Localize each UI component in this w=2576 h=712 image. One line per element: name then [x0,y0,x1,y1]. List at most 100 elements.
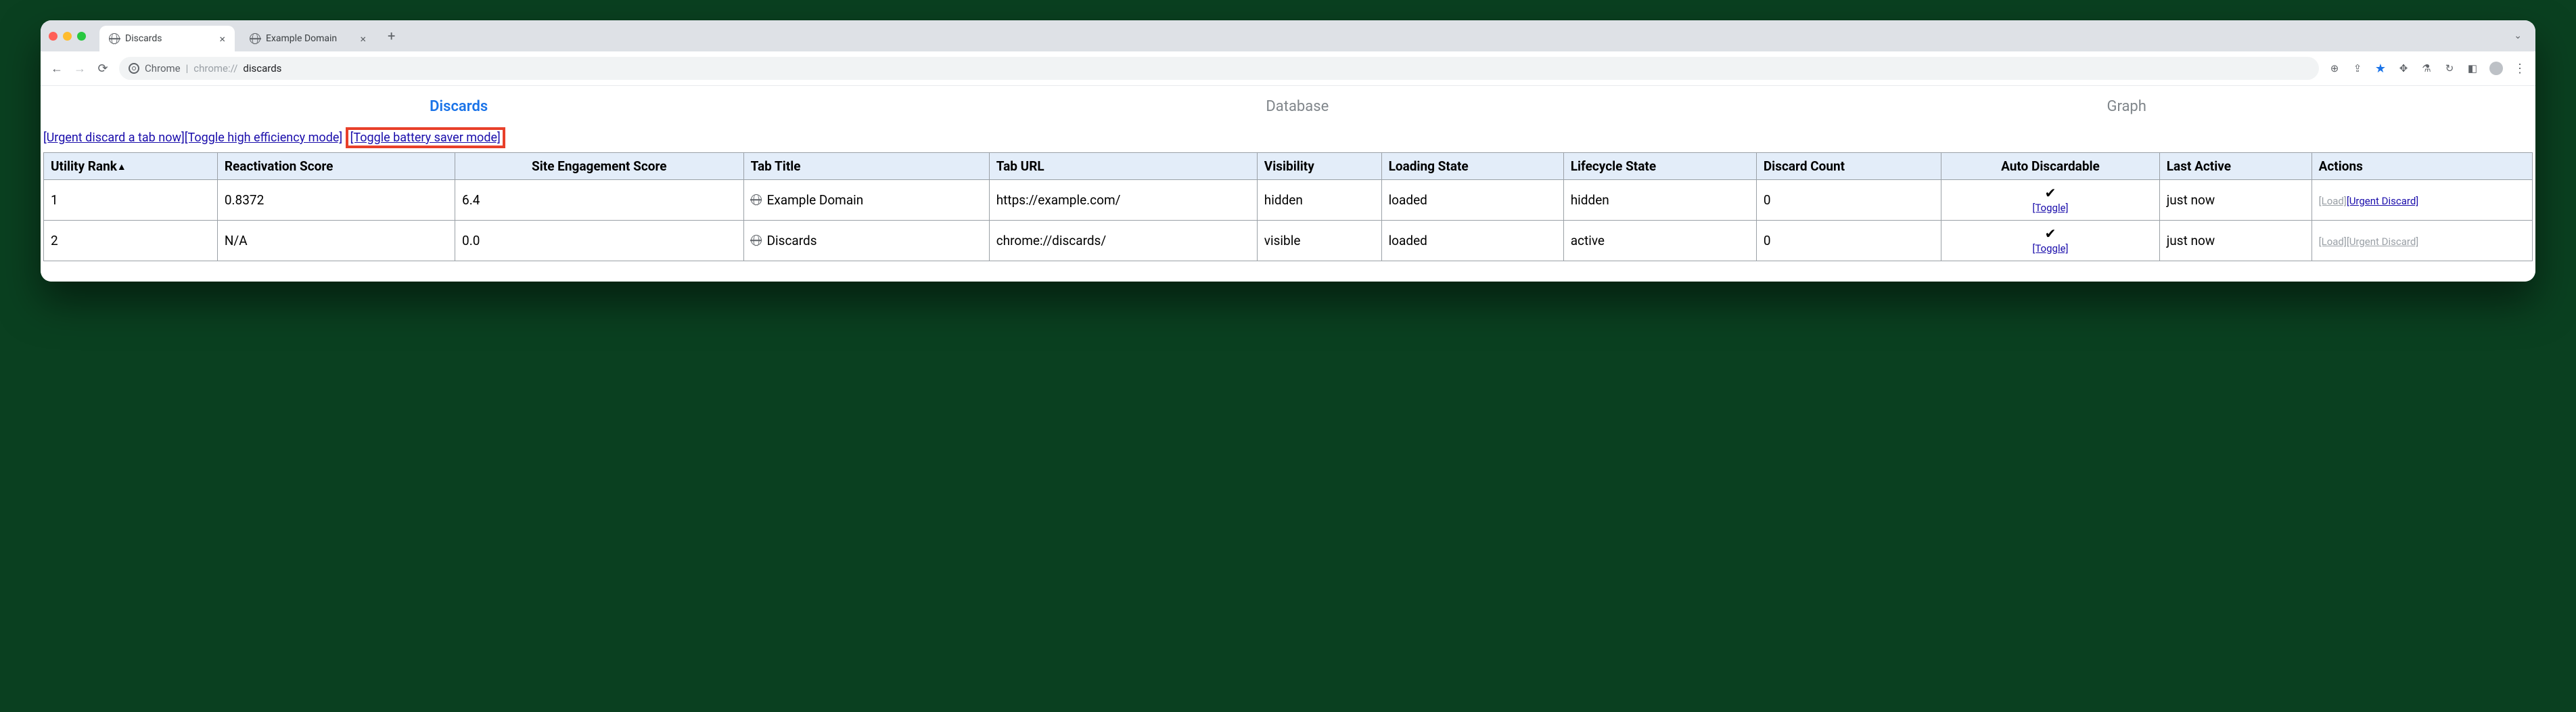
browser-tab-inactive[interactable]: Example Domain × [240,26,375,51]
load-action-link: [Load] [2319,236,2347,248]
toggle-efficiency-link[interactable]: [Toggle high efficiency mode] [185,131,342,145]
chrome-icon [129,63,139,74]
omnibox-path-dim: chrome:// [193,62,237,74]
cell-actions: [Load][Urgent Discard] [2312,220,2532,261]
reload-button[interactable]: ⟳ [96,62,110,76]
close-tab-icon[interactable]: × [360,32,366,45]
subnav-graph[interactable]: Graph [2107,98,2146,115]
tab-list-chevron-icon[interactable]: ⌄ [2508,30,2527,41]
subnav-discards[interactable]: Discards [430,98,488,115]
col-tab-title[interactable]: Tab Title [743,153,989,180]
browser-window: Discards × Example Domain × + ⌄ ← → ⟳ Ch… [41,20,2535,282]
col-auto-discardable[interactable]: Auto Discardable [1941,153,2160,180]
close-window-icon[interactable] [49,32,58,41]
cell-loading: loaded [1381,220,1563,261]
sort-indicator-icon: ▲ [117,161,127,173]
profile-avatar-icon[interactable] [2489,62,2503,75]
extensions-icon[interactable]: ✥ [2397,62,2410,74]
tab-title: Discards [125,33,162,44]
urgent-discard-action-link[interactable]: [Urgent Discard] [2347,195,2418,207]
top-action-links: [Urgent discard a tab now][Toggle high e… [41,127,2535,152]
browser-tab-active[interactable]: Discards × [99,26,235,51]
side-panel-icon[interactable]: ◧ [2466,62,2479,74]
cell-discard-count: 0 [1756,220,1941,261]
omnibox-separator: | [186,62,189,74]
tab-title-text: Discards [767,233,817,248]
new-tab-button[interactable]: + [381,28,402,44]
col-visibility[interactable]: Visibility [1257,153,1381,180]
cell-loading: loaded [1381,180,1563,221]
cell-url: chrome://discards/ [989,220,1257,261]
omnibox-prefix: Chrome [145,62,181,74]
maximize-window-icon[interactable] [77,32,86,41]
forward-button[interactable]: → [73,62,87,76]
cell-engagement: 6.4 [455,180,744,221]
col-tab-url[interactable]: Tab URL [989,153,1257,180]
omnibox-path-strong: discards [243,62,281,74]
tab-title-text: Example Domain [767,192,864,208]
cell-visibility: visible [1257,220,1381,261]
discards-table: Utility Rank▲ Reactivation Score Site En… [43,152,2533,261]
toggle-battery-link[interactable]: [Toggle battery saver mode] [350,131,501,145]
toolbar-right-icons: ⊕ ⇪ ★ ✥ ⚗ ↻ ◧ ⋮ [2328,62,2526,75]
back-button[interactable]: ← [50,62,64,76]
cell-lifecycle: active [1563,220,1756,261]
globe-icon [751,235,762,246]
cell-last-active: just now [2159,180,2312,221]
page-content: Discards Database Graph [Urgent discard … [41,86,2535,282]
globe-icon [109,33,120,44]
cell-discard-count: 0 [1756,180,1941,221]
omnibox[interactable]: Chrome | chrome:// discards [119,57,2319,80]
toolbar: ← → ⟳ Chrome | chrome:// discards ⊕ ⇪ ★ ✥… [41,51,2535,86]
history-icon[interactable]: ↻ [2443,62,2456,74]
bookmark-star-icon[interactable]: ★ [2374,62,2387,74]
col-label: Utility Rank [51,158,117,174]
col-actions[interactable]: Actions [2312,153,2532,180]
cell-tab-title: Discards [743,220,989,261]
cell-lifecycle: hidden [1563,180,1756,221]
titlebar: Discards × Example Domain × + ⌄ [41,20,2535,51]
minimize-window-icon[interactable] [63,32,72,41]
share-icon[interactable]: ⇪ [2351,62,2364,74]
toggle-discardable-link[interactable]: [Toggle] [2032,202,2068,214]
globe-icon [250,33,260,44]
tab-title: Example Domain [266,33,337,44]
zoom-icon[interactable]: ⊕ [2328,62,2341,74]
window-controls [49,32,86,41]
load-action-link: [Load] [2319,195,2347,207]
cell-reactivation: N/A [217,220,455,261]
toggle-discardable-link[interactable]: [Toggle] [2032,242,2068,254]
cell-auto-discardable: ✔ [Toggle] [1941,220,2160,261]
labs-icon[interactable]: ⚗ [2420,62,2433,74]
check-icon: ✔ [1948,226,2153,241]
col-discard-count[interactable]: Discard Count [1756,153,1941,180]
cell-url: https://example.com/ [989,180,1257,221]
urgent-discard-link[interactable]: [Urgent discard a tab now] [43,131,185,145]
subnav: Discards Database Graph [41,86,2535,127]
col-loading-state[interactable]: Loading State [1381,153,1563,180]
check-icon: ✔ [1948,185,2153,200]
cell-last-active: just now [2159,220,2312,261]
cell-visibility: hidden [1257,180,1381,221]
globe-icon [751,194,762,205]
cell-rank: 2 [44,220,218,261]
menu-dots-icon[interactable]: ⋮ [2514,62,2526,74]
col-site-engagement[interactable]: Site Engagement Score [455,153,744,180]
col-last-active[interactable]: Last Active [2159,153,2312,180]
urgent-discard-action-link: [Urgent Discard] [2347,236,2418,248]
table-row: 2 N/A 0.0 Discards chrome://discards/ vi… [44,220,2533,261]
cell-reactivation: 0.8372 [217,180,455,221]
table-row: 1 0.8372 6.4 Example Domain https://exam… [44,180,2533,221]
cell-engagement: 0.0 [455,220,744,261]
col-lifecycle-state[interactable]: Lifecycle State [1563,153,1756,180]
cell-actions: [Load][Urgent Discard] [2312,180,2532,221]
close-tab-icon[interactable]: × [219,32,225,45]
cell-rank: 1 [44,180,218,221]
cell-auto-discardable: ✔ [Toggle] [1941,180,2160,221]
col-utility-rank[interactable]: Utility Rank▲ [44,153,218,180]
cell-tab-title: Example Domain [743,180,989,221]
col-reactivation-score[interactable]: Reactivation Score [217,153,455,180]
subnav-database[interactable]: Database [1266,98,1329,115]
table-header-row: Utility Rank▲ Reactivation Score Site En… [44,153,2533,180]
highlight-box: [Toggle battery saver mode] [346,127,505,148]
